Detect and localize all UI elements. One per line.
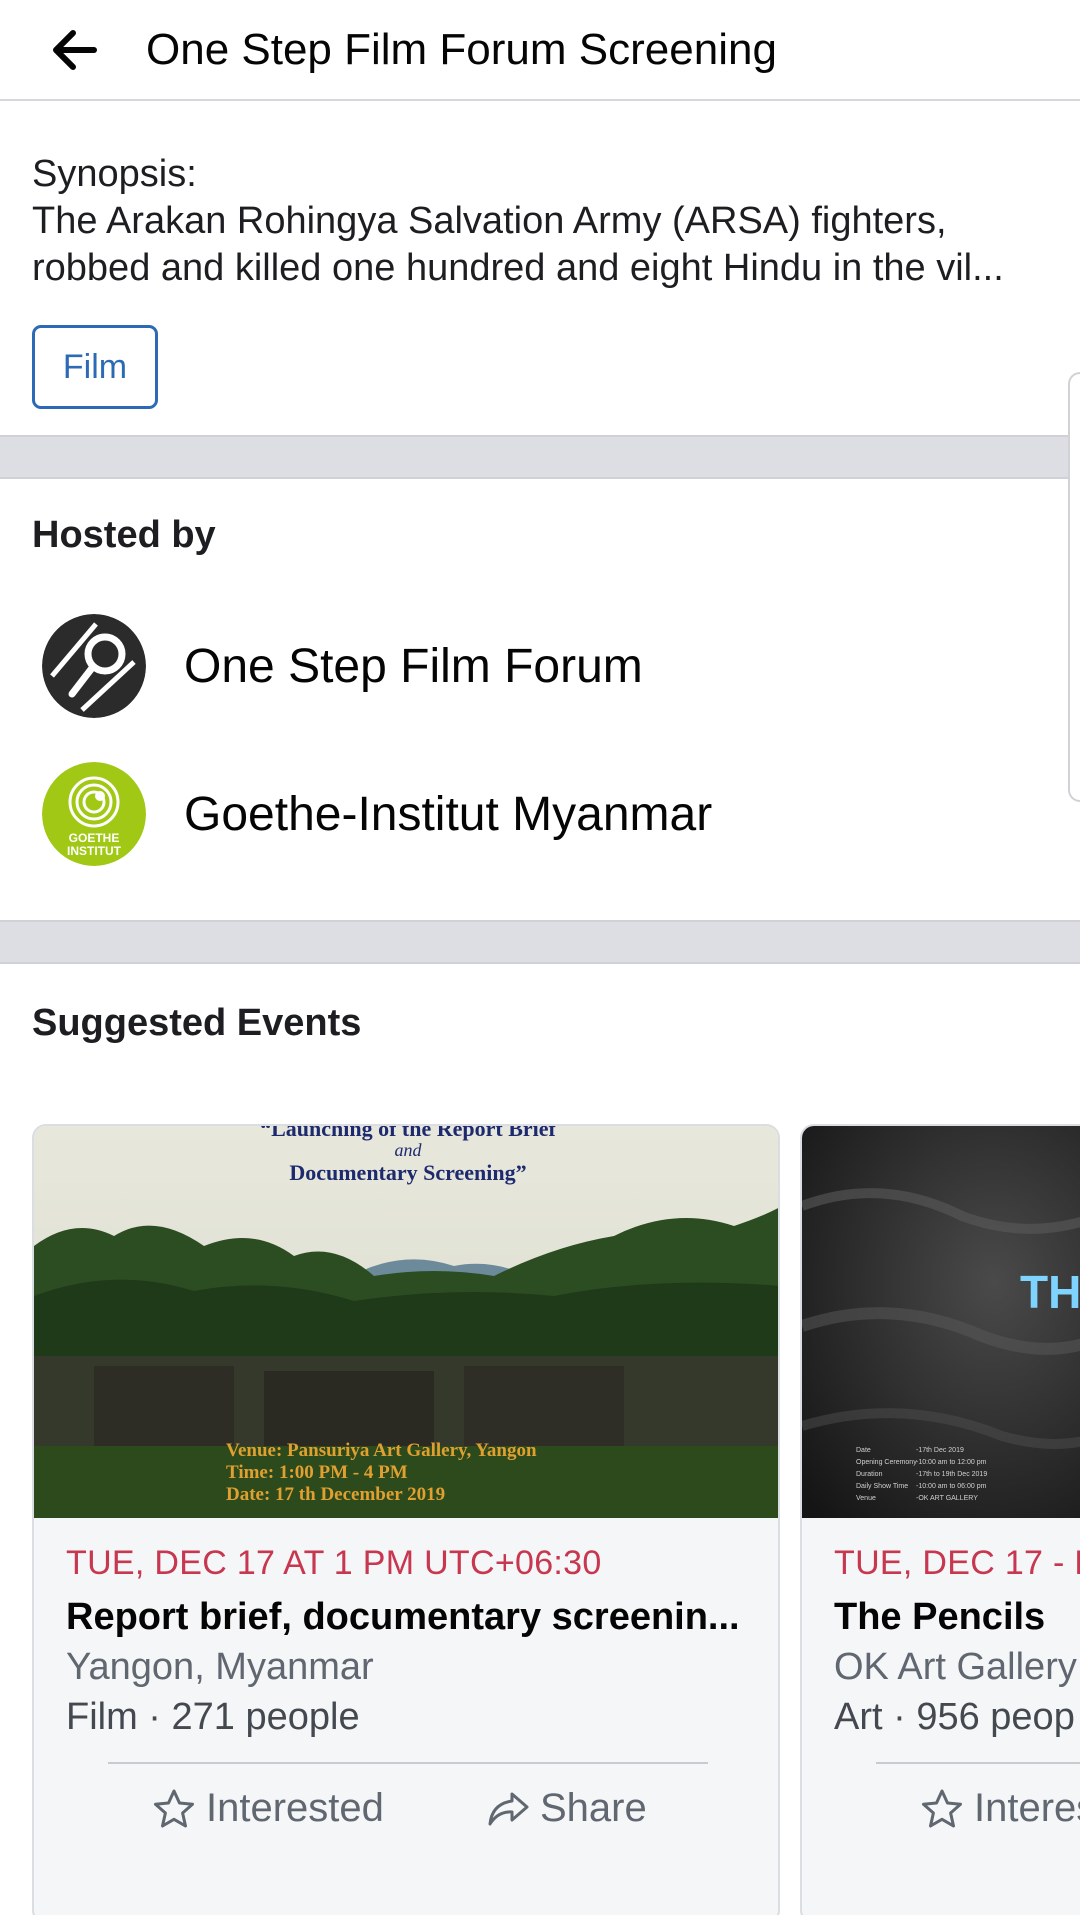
star-icon <box>154 1789 194 1827</box>
cover-text: Venue: Pansuriya Art Gallery, Yangon <box>226 1440 537 1461</box>
cover-text: Documentary Screening” <box>289 1160 526 1185</box>
share-label: Share <box>540 1786 647 1830</box>
event-card[interactable]: TH Date -17th Dec 2019 Opening Ceremony -10… <box>800 1124 1080 1915</box>
interested-button[interactable]: Interes <box>920 1786 1080 1831</box>
synopsis-label: Synopsis: <box>32 153 197 195</box>
event-meta: Film · 271 people <box>66 1696 360 1738</box>
section-divider <box>0 920 1080 964</box>
svg-text:GOETHE: GOETHE <box>69 831 120 845</box>
back-arrow-icon[interactable] <box>38 14 110 86</box>
card-separator <box>876 1762 1080 1764</box>
event-cover-image: “Launching of the Report Brief and Docum… <box>34 1126 778 1518</box>
suggested-events-heading: Suggested Events <box>32 1002 362 1044</box>
event-title[interactable]: The Pencils <box>834 1596 1045 1639</box>
hosted-by-heading: Hosted by <box>32 514 216 556</box>
interested-label: Interes <box>974 1786 1080 1830</box>
app-bar: One Step Film Forum Screening <box>0 0 1080 101</box>
event-card[interactable]: “Launching of the Report Brief and Docum… <box>32 1124 780 1915</box>
event-title[interactable]: Report brief, documentary screenin... <box>66 1596 740 1639</box>
cover-text: “Launching of the Report Brief <box>260 1126 556 1141</box>
cover-text: TH <box>1020 1266 1080 1318</box>
one-step-film-forum-logo <box>42 614 146 718</box>
share-button[interactable]: Share <box>486 1786 647 1831</box>
hosted-by-section: Hosted by One Step Film Forum GOETHE INS… <box>0 480 1080 920</box>
event-date: TUE, DEC 17 - D <box>834 1544 1080 1582</box>
scroll-edge-handle[interactable] <box>1068 372 1080 802</box>
cover-info-value: -17th to 19th Dec 2019 <box>916 1471 987 1478</box>
svg-text:INSTITUT: INSTITUT <box>67 844 122 858</box>
host-name: Goethe-Institut Myanmar <box>184 787 713 841</box>
goethe-institut-logo: GOETHE INSTITUT <box>42 762 146 866</box>
cover-info-value: -OK ART GALLERY <box>916 1495 978 1502</box>
event-location: OK Art Gallery <box>834 1646 1077 1688</box>
card-separator <box>108 1762 708 1764</box>
synopsis-line: robbed and killed one hundred and eight … <box>32 247 1004 289</box>
cover-info-label: Venue <box>856 1495 876 1502</box>
category-chip-film[interactable]: Film <box>32 325 158 409</box>
cover-text: and <box>395 1140 423 1160</box>
event-location: Yangon, Myanmar <box>66 1646 374 1688</box>
interested-button[interactable]: Interested <box>152 1786 384 1831</box>
cover-info-label: Duration <box>856 1471 883 1478</box>
cover-info-value: -10:00 am to 06:00 pm <box>916 1483 987 1490</box>
section-divider <box>0 435 1080 479</box>
event-meta: Art · 956 peop <box>834 1696 1075 1738</box>
cover-text: Time: 1:00 PM - 4 PM <box>226 1462 408 1483</box>
host-name: One Step Film Forum <box>184 639 643 693</box>
cover-info-value: -17th Dec 2019 <box>916 1447 964 1454</box>
interested-label: Interested <box>206 1786 384 1830</box>
cover-info-label: Date <box>856 1447 871 1454</box>
suggested-events-section: Suggested Events “Launching of the Repor… <box>0 966 1080 1915</box>
star-icon <box>922 1789 962 1827</box>
event-date: TUE, DEC 17 AT 1 PM UTC+06:30 <box>66 1544 602 1582</box>
cover-info-label: Opening Ceremony <box>856 1459 917 1466</box>
share-arrow-icon <box>488 1792 529 1825</box>
event-cover-image: TH Date -17th Dec 2019 Opening Ceremony -10… <box>802 1126 1080 1518</box>
cover-info-value: -10:00 am to 12:00 pm <box>916 1459 987 1466</box>
event-details-section: Synopsis: The Arakan Rohingya Salvation … <box>0 103 1080 435</box>
synopsis-text[interactable]: Synopsis: The Arakan Rohingya Salvation … <box>32 151 1062 292</box>
page-title: One Step Film Forum Screening <box>146 24 777 74</box>
card-actions: Interested Share <box>34 1786 778 1886</box>
synopsis-line: The Arakan Rohingya Salvation Army (ARSA… <box>32 200 947 242</box>
cover-info-label: Daily Show Time <box>856 1483 908 1490</box>
host-row-goethe-institut[interactable]: GOETHE INSTITUT Goethe-Institut Myanmar <box>42 762 712 866</box>
cover-text: Date: 17 th December 2019 <box>226 1484 445 1505</box>
card-actions: Interes <box>802 1786 1080 1886</box>
host-row-one-step-film-forum[interactable]: One Step Film Forum <box>42 614 643 718</box>
